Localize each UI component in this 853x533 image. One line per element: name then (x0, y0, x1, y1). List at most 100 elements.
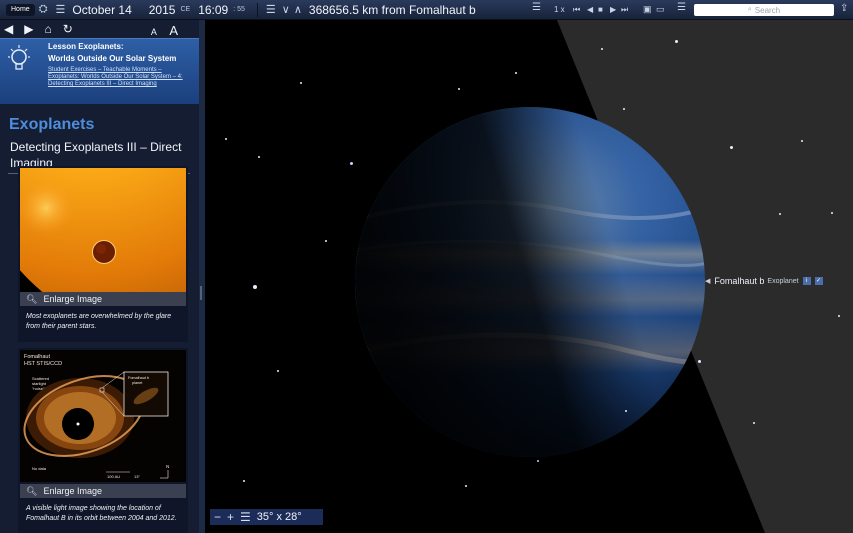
star (779, 213, 781, 215)
speed-display: 1 x (554, 5, 565, 14)
checkbox-icon[interactable]: ✓ (814, 277, 823, 285)
image-label-inset-2: planet (132, 381, 143, 385)
image-card-2: Fomalhaut HST STIS/CCD Scattered starlig… (18, 348, 188, 533)
home-icon[interactable]: ⌂ (44, 22, 51, 36)
play-icon[interactable]: ▶ (610, 5, 616, 14)
enlarge-image-label: Enlarge Image (43, 486, 102, 496)
star (831, 212, 833, 214)
star (753, 422, 755, 424)
skip-back-icon[interactable]: ⏮ (573, 5, 580, 15)
lesson-breadcrumb: Student Exercises – Teachable Moments – … (48, 67, 196, 88)
zoom-in-icon[interactable]: + (227, 510, 234, 524)
star (243, 480, 245, 482)
star (698, 360, 701, 363)
star (325, 240, 327, 242)
forward-arrow-icon[interactable]: ▶ (24, 22, 33, 36)
magnifier-icon: 🔍︎ (26, 485, 38, 496)
year-display[interactable]: 2015 (149, 3, 176, 17)
font-smaller-button[interactable]: A (151, 27, 157, 37)
image-card-1: 🔍︎ Enlarge Image Most exoplanets are ove… (18, 166, 188, 342)
top-toolbar: Home ⛭ ☰ October 14 2015 CE 16:09 : 55 ☰… (0, 0, 853, 20)
home-button[interactable]: Home (6, 3, 35, 16)
sidebar-nav: ◀ ▶ ⌂ ↻ A A (0, 20, 199, 38)
section-title: Exoplanets (9, 116, 95, 133)
seconds-display: : 55 (233, 6, 245, 13)
star (625, 410, 627, 412)
breadcrumb-link-2[interactable]: Exoplanets: Worlds Outside Our Solar Sys… (48, 74, 196, 81)
zoom-out-icon[interactable]: − (214, 510, 221, 524)
image-caption: Most exoplanets are overwhelmed by the g… (26, 313, 172, 330)
lesson-sidebar: ◀ ▶ ⌂ ↻ A A Lesson Exoplanets: Worlds Ou… (0, 20, 199, 533)
layout-toggle-icon[interactable]: ▣ (643, 4, 652, 15)
search-input[interactable]: ⌕ Search (694, 4, 834, 16)
lesson-title-line-1: Lesson Exoplanets: (48, 42, 124, 51)
lightbulb-icon (8, 45, 30, 70)
breadcrumb-link-1[interactable]: Student Exercises – Teachable Moments – (48, 67, 196, 74)
breadcrumb-link-3[interactable]: Detecting Exoplanets III – Direct Imagin… (48, 81, 196, 88)
info-icon[interactable]: i (802, 277, 811, 285)
enlarge-image-button[interactable]: 🔍︎ Enlarge Image (20, 484, 186, 498)
fov-controls: − + ☰ 35° x 28° (210, 509, 323, 525)
enlarge-image-label: Enlarge Image (43, 294, 102, 304)
back-arrow-icon[interactable]: ◀ (4, 22, 13, 36)
search-icon: ⌕ (747, 6, 752, 13)
list-icon[interactable]: ☰ (266, 3, 276, 16)
chevron-down-icon[interactable]: ∨ (282, 3, 290, 16)
star (730, 146, 733, 149)
enlarge-image-button[interactable]: 🔍︎ Enlarge Image (20, 292, 186, 306)
star (225, 138, 227, 140)
divider (256, 2, 258, 17)
star (300, 82, 302, 84)
step-back-icon[interactable]: ◀ (587, 5, 593, 14)
era-display: CE (180, 6, 191, 13)
date-display[interactable]: October 14 (72, 3, 131, 17)
stop-icon[interactable]: ■ (598, 5, 603, 14)
lesson-header[interactable]: Lesson Exoplanets: Worlds Outside Our So… (0, 38, 199, 104)
star-glare-image[interactable] (20, 168, 186, 292)
skip-forward-icon[interactable]: ⏭ (621, 5, 628, 15)
star (623, 108, 625, 110)
compass-n-label: N (166, 464, 169, 469)
image-label-scattered-3: "noise" (32, 386, 45, 391)
time-display[interactable]: 16:09 (198, 3, 228, 17)
object-label[interactable]: ◀ Fomalhaut b Exoplanet i ✓ (705, 274, 823, 288)
pointer-arrow-icon: ◀ (705, 278, 711, 285)
hamburger-menu-icon[interactable]: ☰ (56, 3, 66, 16)
image-label-title-1: Fomalhaut (24, 354, 50, 360)
lesson-title-line-2: Worlds Outside Our Solar System (48, 54, 177, 63)
star (675, 40, 678, 43)
telescope-icon[interactable]: ⛭ (39, 3, 48, 16)
magnifier-icon: 🔍︎ (26, 293, 38, 304)
panel-toggle-icon[interactable]: ▭ (656, 4, 665, 15)
image-label-nodata: No data (32, 466, 47, 471)
star (465, 485, 467, 487)
fomalhaut-hst-image[interactable]: Fomalhaut HST STIS/CCD Scattered starlig… (20, 350, 186, 482)
star (801, 140, 803, 142)
refresh-icon[interactable]: ↻ (63, 22, 73, 36)
image-label-scale-2: 13" (134, 474, 140, 479)
star (515, 72, 517, 74)
image-label-scale: 100 AU (107, 474, 120, 479)
image-caption: A visible light image showing the locati… (26, 505, 177, 522)
star (601, 48, 603, 50)
star (537, 460, 539, 462)
object-type: Exoplanet (767, 277, 799, 285)
star (258, 156, 260, 158)
star (458, 88, 460, 90)
star (277, 370, 279, 372)
font-larger-button[interactable]: A (169, 23, 178, 38)
share-icon[interactable]: ⇪ (840, 3, 848, 14)
star (838, 315, 840, 317)
chevron-up-icon[interactable]: ∧ (294, 3, 302, 16)
image-label-inset-1: Fomalhaut b (128, 376, 149, 380)
star (350, 162, 353, 165)
playback-menu-icon[interactable]: ☰ (532, 2, 541, 13)
fov-value: 35° x 28° (256, 511, 302, 523)
space-view[interactable]: ◀ Fomalhaut b Exoplanet i ✓ − + ☰ 35° x … (205, 20, 853, 533)
fov-menu-icon[interactable]: ☰ (240, 510, 251, 524)
object-name: Fomalhaut b (714, 276, 765, 286)
star (253, 285, 257, 289)
resize-grip[interactable] (200, 286, 202, 300)
search-placeholder: Search (754, 5, 781, 15)
options-menu-icon[interactable]: ☰ (677, 2, 686, 13)
